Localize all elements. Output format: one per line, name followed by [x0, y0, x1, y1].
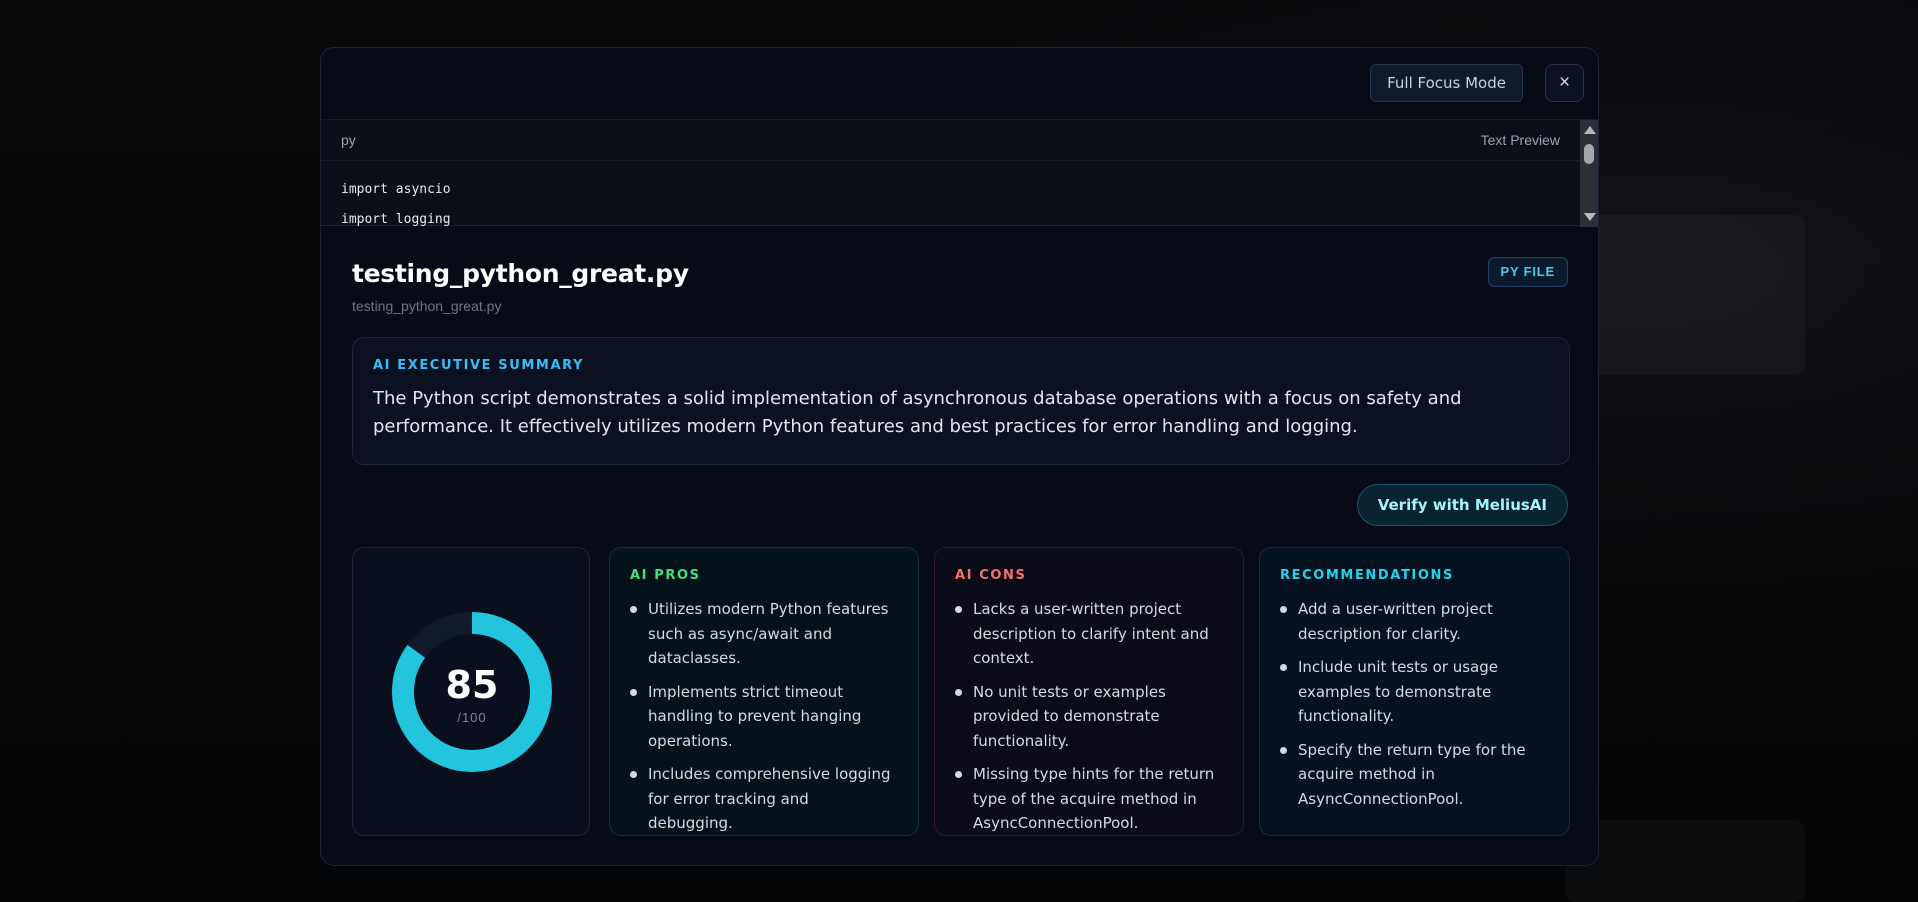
code-line: import asyncio	[341, 182, 451, 197]
list-item: No unit tests or examples provided to de…	[955, 680, 1223, 754]
code-preview-header: py Text Preview	[321, 120, 1598, 161]
recommendations-list: Add a user-written project description f…	[1280, 597, 1549, 811]
pros-label: AI PROS	[630, 568, 701, 583]
file-type-badge: PY FILE	[1487, 257, 1568, 287]
cons-list: Lacks a user-written project description…	[955, 597, 1223, 836]
scrollbar-thumb[interactable]	[1584, 144, 1594, 164]
verify-button[interactable]: Verify with MeliusAI	[1356, 484, 1568, 526]
scroll-down-arrow-icon[interactable]	[1584, 213, 1596, 221]
pros-card: AI PROS Utilizes modern Python features …	[609, 547, 919, 836]
code-content[interactable]: import asyncio import logging	[321, 161, 1598, 226]
file-title: testing_python_great.py	[352, 259, 689, 288]
executive-summary: AI EXECUTIVE SUMMARY The Python script d…	[352, 337, 1570, 465]
list-item: Add a user-written project description f…	[1280, 597, 1549, 646]
code-scrollbar[interactable]	[1580, 120, 1598, 227]
list-item: Utilizes modern Python features such as …	[630, 597, 898, 671]
background-panel	[1590, 215, 1805, 375]
file-analysis-modal: Full Focus Mode × py Text Preview import…	[320, 47, 1599, 866]
cons-card: AI CONS Lacks a user-written project des…	[934, 547, 1244, 836]
score-max: /100	[457, 710, 487, 725]
cons-label: AI CONS	[955, 568, 1027, 583]
list-item: Include unit tests or usage examples to …	[1280, 655, 1549, 729]
file-subtitle: testing_python_great.py	[352, 298, 502, 314]
modal-toolbar: Full Focus Mode ×	[321, 48, 1598, 119]
pros-list: Utilizes modern Python features such as …	[630, 597, 898, 836]
code-preview[interactable]: py Text Preview import asyncio import lo…	[321, 119, 1598, 227]
recommendations-card: RECOMMENDATIONS Add a user-written proje…	[1259, 547, 1570, 836]
recommendations-label: RECOMMENDATIONS	[1280, 568, 1454, 583]
summary-label: AI EXECUTIVE SUMMARY	[373, 358, 585, 373]
background-panel	[1565, 820, 1805, 902]
close-button[interactable]: ×	[1545, 64, 1584, 102]
code-line: import logging	[341, 212, 451, 226]
scroll-up-arrow-icon[interactable]	[1584, 126, 1596, 134]
close-icon: ×	[1558, 72, 1571, 93]
score-value: 85	[445, 663, 499, 707]
preview-mode-label: Text Preview	[1480, 132, 1560, 148]
list-item: Specify the return type for the acquire …	[1280, 738, 1549, 812]
list-item: Implements strict timeout handling to pr…	[630, 680, 898, 754]
code-language: py	[341, 132, 356, 148]
score-gauge: 85 /100	[391, 611, 553, 773]
summary-text: The Python script demonstrates a solid i…	[373, 388, 1462, 437]
score-card: 85 /100	[352, 547, 590, 836]
list-item: Includes comprehensive logging for error…	[630, 762, 898, 836]
full-focus-mode-button[interactable]: Full Focus Mode	[1370, 64, 1523, 102]
list-item: Lacks a user-written project description…	[955, 597, 1223, 671]
list-item: Missing type hints for the return type o…	[955, 762, 1223, 836]
